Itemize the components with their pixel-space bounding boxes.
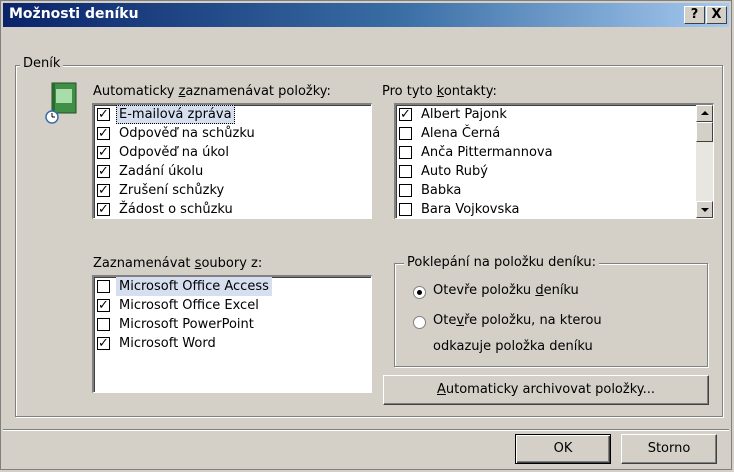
list-item[interactable]: ✓ Odpověď na schůzku <box>94 124 371 143</box>
title-bar: Možnosti deníku ? X <box>3 3 729 27</box>
contacts-label: Pro tyto kontakty: <box>382 84 497 99</box>
checkbox-checked-icon[interactable]: ✓ <box>97 337 110 350</box>
checkbox-unchecked-icon[interactable] <box>399 146 412 159</box>
list-item-label: Microsoft PowerPoint <box>119 317 254 332</box>
help-icon: ? <box>690 7 699 22</box>
list-item[interactable]: ✓ Žádost o schůzku <box>94 200 371 218</box>
list-item[interactable]: ✓ Zadání úkolu <box>94 162 371 181</box>
list-item[interactable]: Microsoft Office Access <box>94 277 371 296</box>
scroll-thumb[interactable] <box>696 122 713 142</box>
checkbox-unchecked-icon[interactable] <box>399 127 412 140</box>
scroll-up-button[interactable] <box>696 105 713 122</box>
checkbox-unchecked-icon[interactable] <box>399 184 412 197</box>
checkbox-checked-icon[interactable]: ✓ <box>97 299 110 312</box>
list-item-label: Microsoft Word <box>119 336 216 351</box>
checkbox-unchecked-icon[interactable] <box>97 318 110 331</box>
contacts-scrollbar[interactable] <box>696 105 713 218</box>
scroll-down-button[interactable] <box>696 201 713 218</box>
bottom-separator <box>3 429 729 431</box>
contacts-list[interactable]: ✓ Albert Pajonk Alena Černá Anča Pittermann… <box>394 103 714 219</box>
auto-archive-button[interactable]: Automaticky archivovat položky... <box>383 375 709 405</box>
checkbox-unchecked-icon[interactable] <box>97 280 110 293</box>
list-item[interactable]: ✓ Albert Pajonk <box>396 105 713 124</box>
checkbox-checked-icon[interactable]: ✓ <box>97 165 110 178</box>
close-button[interactable]: X <box>706 6 727 24</box>
list-item-label: Alena Černá <box>421 126 501 141</box>
checkbox-checked-icon[interactable]: ✓ <box>97 108 110 121</box>
checkbox-unchecked-icon[interactable] <box>399 165 412 178</box>
ok-button[interactable]: OK <box>515 434 611 464</box>
arrow-down-icon <box>701 208 709 212</box>
list-item-label: Odpověď na schůzku <box>119 126 255 141</box>
list-item-label: Žádost o schůzku <box>119 202 233 217</box>
list-item[interactable]: Alena Černá <box>396 124 713 143</box>
files-label: Zaznamenávat soubory z: <box>93 256 263 271</box>
list-item-label: Microsoft Office Excel <box>119 298 259 313</box>
radio-dot-icon <box>417 290 422 295</box>
checkbox-checked-icon[interactable]: ✓ <box>97 184 110 197</box>
checkbox-checked-icon[interactable]: ✓ <box>399 108 412 121</box>
list-item[interactable]: ✓ E-mailová zpráva <box>94 105 371 124</box>
checkbox-checked-icon[interactable]: ✓ <box>97 127 110 140</box>
files-list[interactable]: Microsoft Office Access ✓ Microsoft Office… <box>92 275 372 393</box>
auto-record-list[interactable]: ✓ E-mailová zpráva ✓ Odpověď na schůzku ✓ Odp… <box>92 103 372 219</box>
journal-group-legend: Deník <box>20 56 64 71</box>
list-item-label: Odpověď na úkol <box>119 145 229 160</box>
checkbox-checked-icon[interactable]: ✓ <box>97 203 110 216</box>
open-journal-item-label[interactable]: Otevře položku deníku <box>433 283 579 298</box>
checkbox-checked-icon[interactable]: ✓ <box>97 146 110 159</box>
journal-icon <box>45 82 77 124</box>
open-referenced-item-label-line2[interactable]: odkazuje položka deníku <box>433 339 593 354</box>
double-click-legend: Poklepání na položku deníku: <box>404 255 599 270</box>
cancel-button[interactable]: Storno <box>621 434 717 464</box>
list-item[interactable]: Anča Pittermannova <box>396 143 713 162</box>
list-item[interactable]: ✓ Odpověď na úkol <box>94 143 371 162</box>
journal-options-dialog: Možnosti deníku ? X Deník Automaticky za… <box>0 0 732 470</box>
open-referenced-item-radio[interactable] <box>413 316 426 329</box>
list-item[interactable]: ✓ Microsoft Office Excel <box>94 296 371 315</box>
list-item[interactable]: Auto Rubý <box>396 162 713 181</box>
auto-record-label: Automaticky zaznamenávat položky: <box>93 84 331 99</box>
list-item[interactable]: Microsoft PowerPoint <box>94 315 371 334</box>
list-item-label: Albert Pajonk <box>421 107 507 122</box>
list-item-label: Anča Pittermannova <box>421 145 553 160</box>
checkbox-unchecked-icon[interactable] <box>399 203 412 216</box>
list-item[interactable]: Babka <box>396 181 713 200</box>
list-item-label: Zrušení schůzky <box>119 183 225 198</box>
list-item-label: Zadání úkolu <box>119 164 204 179</box>
list-item[interactable]: ✓ Zrušení schůzky <box>94 181 371 200</box>
list-item-label: Auto Rubý <box>421 164 488 179</box>
open-journal-item-radio[interactable] <box>413 286 426 299</box>
list-item-label: E-mailová zpráva <box>116 105 235 124</box>
list-item-label: Bara Vojkovska <box>421 202 520 217</box>
open-referenced-item-label[interactable]: Otevře položku, na kterou <box>433 313 602 328</box>
dialog-title: Možnosti deníku <box>9 6 139 22</box>
help-button[interactable]: ? <box>684 6 705 24</box>
list-item-label: Babka <box>421 183 462 198</box>
list-item[interactable]: Bara Vojkovska <box>396 200 713 218</box>
arrow-up-icon <box>701 111 709 115</box>
list-item-label: Microsoft Office Access <box>116 277 272 296</box>
list-item[interactable]: ✓ Microsoft Word <box>94 334 371 353</box>
close-icon: X <box>711 7 722 22</box>
